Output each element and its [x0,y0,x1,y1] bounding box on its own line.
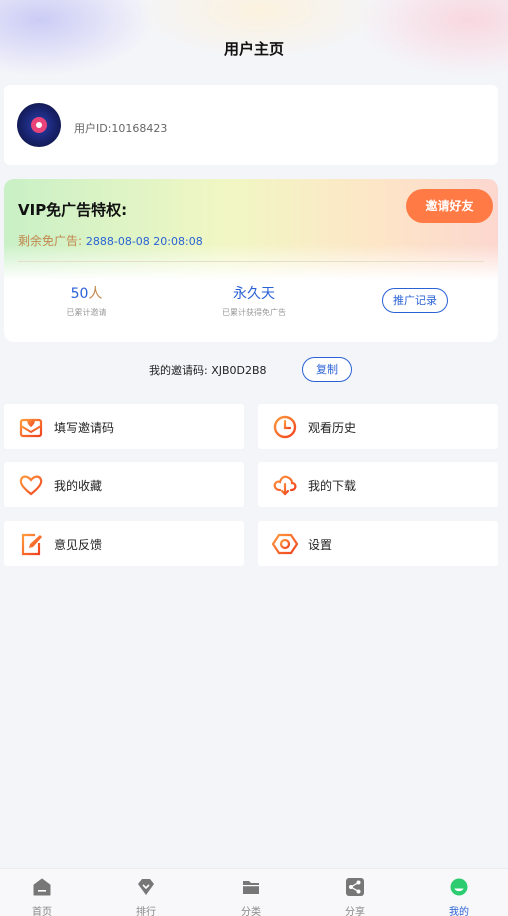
bottom-tab-bar: 首页 排行 分类 分享 我的 [0,868,508,916]
invite-code-row: 我的邀请码: XJB0D2B8 复制 [0,357,508,382]
profile-icon [450,878,468,896]
clock-icon [272,414,298,440]
divider [18,261,484,262]
tab-ranking[interactable]: 排行 [106,869,186,916]
menu-label: 我的收藏 [54,479,103,493]
menu-item-my-downloads[interactable]: 我的下载 [258,462,498,507]
edit-icon [18,531,44,557]
copy-button[interactable]: 复制 [302,357,352,382]
invite-code-text: 我的邀请码: XJB0D2B8 [149,364,267,377]
user-id: 用户ID:10168423 [74,122,168,135]
cloud-download-icon [272,472,298,498]
tab-label: 分享 [345,907,365,916]
vip-title: VIP免广告特权: [18,201,128,219]
ranking-icon [137,878,155,896]
invited-count-unit: 人 [88,286,103,302]
avatar[interactable] [17,103,61,147]
menu-item-feedback[interactable]: 意见反馈 [4,521,244,566]
home-icon [33,878,51,896]
tab-mine[interactable]: 我的 [419,869,499,916]
ad-free-days-stat: 永久天 已累计获得免广告 [204,283,304,318]
tab-label: 我的 [449,907,469,916]
promotion-record-button[interactable]: 推广记录 [382,288,448,313]
vip-card: VIP免广告特权: 邀请好友 剩余免广告: 2888-08-08 20:08:0… [4,179,498,342]
folder-icon [242,878,260,896]
remaining-value: 2888-08-08 20:08:08 [85,235,203,248]
menu-label: 我的下载 [308,479,357,493]
avatar-logo-icon [31,117,47,133]
menu-item-my-favorites[interactable]: 我的收藏 [4,462,244,507]
ad-free-days-value: 永久天 [233,286,275,302]
tab-category[interactable]: 分类 [211,869,291,916]
user-card: 用户ID:10168423 [4,85,498,165]
tab-label: 排行 [136,907,156,916]
menu-label: 设置 [308,538,333,552]
tab-home[interactable]: 首页 [2,869,82,916]
menu-label: 填写邀请码 [54,421,115,435]
invited-count-value: 50 [70,286,89,302]
tab-label: 首页 [32,907,52,916]
menu-item-watch-history[interactable]: 观看历史 [258,404,498,449]
envelope-heart-icon [18,414,44,440]
menu-label: 观看历史 [308,421,357,435]
hexagon-settings-icon [271,531,299,557]
invite-friends-button[interactable]: 邀请好友 [406,189,493,223]
menu-item-enter-invite-code[interactable]: 填写邀请码 [4,404,244,449]
tab-share[interactable]: 分享 [315,869,395,916]
menu-item-settings[interactable]: 设置 [258,521,498,566]
remaining-label: 剩余免广告: [18,234,83,248]
share-icon [346,878,364,896]
invited-count-caption: 已累计邀请 [66,308,107,317]
heart-icon [18,472,44,498]
menu-label: 意见反馈 [54,538,103,552]
tab-label: 分类 [241,907,261,916]
remaining-ad-free: 剩余免广告: 2888-08-08 20:08:08 [18,232,203,249]
ad-free-days-caption: 已累计获得免广告 [222,308,286,317]
page-title: 用户主页 [223,40,284,58]
invited-count-stat: 50人 已累计邀请 [44,283,129,318]
